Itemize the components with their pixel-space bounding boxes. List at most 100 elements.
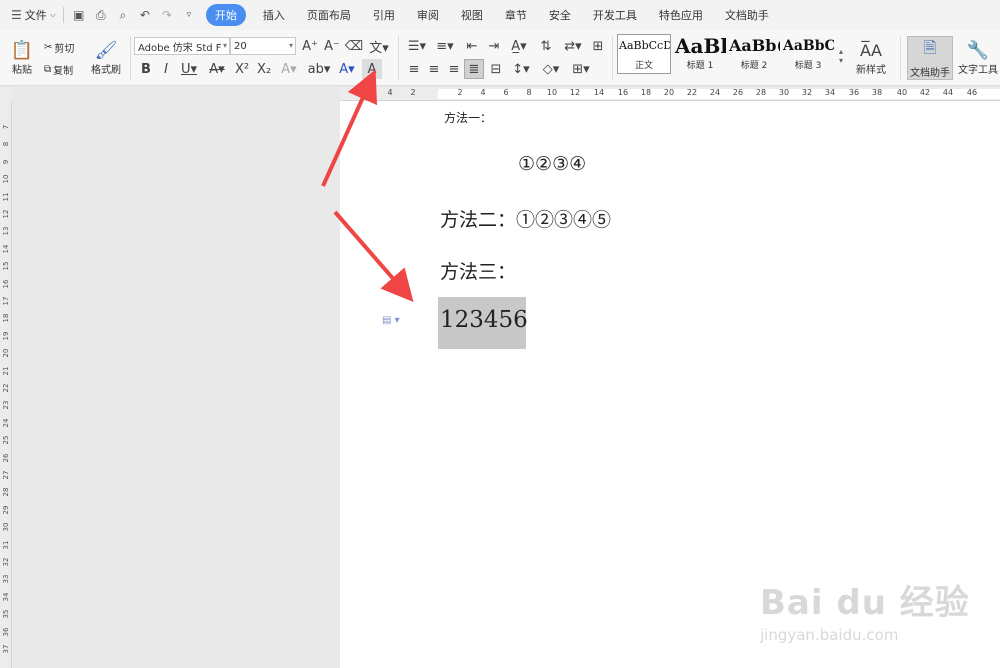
ruler-tick: 36 — [848, 88, 860, 97]
style-normal[interactable]: AaBbCcDd 正文 — [617, 34, 671, 74]
doc-line-method-3[interactable]: 方法三： — [440, 257, 516, 284]
format-painter-button[interactable]: 🖌 格式刷 — [88, 36, 124, 80]
tab-view[interactable]: 视图 — [450, 4, 494, 26]
align-left-icon[interactable]: ≡ — [404, 59, 424, 79]
watermark-brand: Bai du 经验 — [760, 583, 970, 623]
shrink-font-icon[interactable]: A⁻ — [322, 36, 342, 56]
ruler-tick: 31 — [2, 540, 10, 550]
phonetic-guide-icon[interactable]: 文▾ — [366, 36, 392, 56]
style-heading-3[interactable]: AaBbC 标题 3 — [781, 34, 835, 74]
doc-helper-button[interactable]: 🗎 文档助手 — [907, 36, 953, 80]
save-icon[interactable]: ▣ — [70, 6, 88, 24]
style-heading-1[interactable]: AaBl 标题 1 — [673, 34, 727, 74]
ruler-tick: 18 — [640, 88, 652, 97]
new-style-button[interactable]: A̅A 新样式 — [850, 36, 892, 80]
line-spacing-icon[interactable]: ↕▾ — [508, 59, 534, 79]
wrench-icon: 🔧 — [966, 39, 990, 61]
style-sample: AaBbC — [783, 38, 835, 54]
print-icon[interactable]: ⎙ — [92, 6, 110, 24]
bold-icon[interactable]: B — [136, 59, 156, 79]
style-name: 标题 2 — [740, 61, 768, 71]
ruler-tick: 30 — [778, 88, 790, 97]
tab-security[interactable]: 安全 — [538, 4, 582, 26]
bullet-list-icon[interactable]: ☰▾ — [404, 36, 430, 56]
ruler-tick: 33 — [2, 574, 10, 584]
tab-page-layout[interactable]: 页面布局 — [296, 4, 362, 26]
horizontal-ruler[interactable]: 4 2 2 4 6 8 10 12 14 16 18 20 22 24 26 28 30 32 34 36 38 40 42… — [340, 87, 1000, 101]
superscript-icon[interactable]: X² — [232, 59, 252, 79]
text-tools-button[interactable]: 🔧 文字工具 — [956, 36, 1000, 80]
distributed-align-icon[interactable]: ⊟ — [486, 59, 506, 79]
chinese-layout-icon[interactable]: A̲▾ — [506, 36, 532, 56]
cut-button[interactable]: ✂ 剪切 — [44, 38, 74, 56]
file-menu-label: 文件 — [24, 9, 47, 22]
menu-bar: ☰ 文件 ⌵ ▣ ⎙ ⌕ ↶ ↷ ▿ 开始 插入 页面布局 引用 审阅 视图 章… — [0, 0, 1000, 30]
doc-line-circled-1-4[interactable]: ①②③④ — [518, 153, 586, 175]
ruler-tick: 24 — [709, 88, 721, 97]
undo-icon[interactable]: ↶ — [136, 6, 154, 24]
font-color-icon[interactable]: A▾ — [334, 59, 360, 79]
copy-button[interactable]: ⧉ 复制 — [44, 60, 73, 78]
highlight-color-icon[interactable]: ab▾ — [306, 59, 332, 79]
grow-font-icon[interactable]: A⁺ — [300, 36, 320, 56]
tab-doc-helper[interactable]: 文档助手 — [714, 4, 780, 26]
show-hide-marks-icon[interactable]: ⇄▾ — [560, 36, 586, 56]
text-effect-icon[interactable]: A▾ — [276, 59, 302, 79]
underline-icon[interactable]: U▾ — [176, 59, 202, 79]
paste-button[interactable]: 📋 粘贴 — [6, 36, 38, 80]
font-name-select[interactable]: Adobe 仿宋 Std F ▾ — [134, 37, 230, 55]
character-shading-icon[interactable]: A — [362, 59, 382, 79]
tab-section[interactable]: 章节 — [494, 4, 538, 26]
style-name: 正文 — [634, 61, 653, 71]
tab-special-apps[interactable]: 特色应用 — [648, 4, 714, 26]
ruler-tick: 22 — [2, 383, 10, 393]
shading-icon[interactable]: ◇▾ — [538, 59, 564, 79]
doc-line-digits[interactable]: 123456 — [440, 307, 528, 333]
italic-icon[interactable]: I — [156, 59, 176, 79]
align-right-icon[interactable]: ≡ — [444, 59, 464, 79]
doc-line-method-1[interactable]: 方法一： — [444, 109, 492, 126]
style-gallery-scroll[interactable]: ▴ ▾ — [836, 36, 846, 76]
redo-icon[interactable]: ↷ — [158, 6, 176, 24]
customize-quick-access-icon[interactable]: ▿ — [180, 6, 198, 24]
ruler-tick: 38 — [871, 88, 883, 97]
numbered-list-icon[interactable]: ≡▾ — [432, 36, 458, 56]
ruler-tick: 15 — [2, 261, 10, 271]
align-center-icon[interactable]: ≡ — [424, 59, 444, 79]
copy-label: 复制 — [53, 65, 74, 77]
tab-home[interactable]: 开始 — [205, 4, 246, 26]
style-heading-2[interactable]: AaBb( 标题 2 — [727, 34, 781, 74]
font-size-select[interactable]: 20 ▾ — [230, 37, 296, 55]
strikethrough-icon[interactable]: A▾ — [204, 59, 230, 79]
ruler-tick: 26 — [2, 453, 10, 463]
ruler-tick: 18 — [2, 313, 10, 323]
paragraph-layout-icon[interactable]: ▤ ▾ — [382, 315, 400, 326]
borders-icon[interactable]: ⊞▾ — [568, 59, 594, 79]
style-name: 标题 3 — [794, 61, 822, 71]
subscript-icon[interactable]: X₂ — [254, 59, 274, 79]
ruler-tick: 28 — [2, 487, 10, 497]
doc-helper-icon: 🗎 — [923, 38, 937, 57]
file-menu[interactable]: ☰ 文件 ⌵ — [8, 4, 59, 26]
tab-insert[interactable]: 插入 — [252, 4, 296, 26]
ribbon-toolbar: 📋 粘贴 ✂ 剪切 ⧉ 复制 🖌 格式刷 Adobe 仿宋 Std F ▾ 20… — [0, 30, 1000, 86]
tab-review[interactable]: 审阅 — [406, 4, 450, 26]
ruler-tick: 29 — [2, 505, 10, 515]
divider — [398, 36, 399, 80]
chevron-down-icon: ⌵ — [49, 10, 56, 19]
vertical-ruler[interactable]: 7 8 9 10 11 12 13 14 15 16 17 18 19 20 21 22 23 24 25 26 27 2… — [0, 101, 12, 668]
justify-icon[interactable]: ≣ — [464, 59, 484, 79]
divider — [900, 36, 901, 80]
clear-format-icon[interactable]: ⌫ — [344, 36, 364, 56]
ruler-tick: 2 — [457, 88, 463, 97]
tab-developer[interactable]: 开发工具 — [582, 4, 648, 26]
increase-indent-icon[interactable]: ⇥ — [484, 36, 504, 56]
doc-line-method-2[interactable]: 方法二：①②③④⑤ — [440, 205, 611, 232]
ruler-tick: 27 — [2, 470, 10, 480]
sort-icon[interactable]: ⇅ — [536, 36, 556, 56]
print-preview-icon[interactable]: ⌕ — [114, 6, 132, 24]
ruler-tick: 23 — [2, 400, 10, 410]
tab-references[interactable]: 引用 — [362, 4, 406, 26]
decrease-indent-icon[interactable]: ⇤ — [462, 36, 482, 56]
table-border-icon[interactable]: ⊞ — [588, 36, 608, 56]
